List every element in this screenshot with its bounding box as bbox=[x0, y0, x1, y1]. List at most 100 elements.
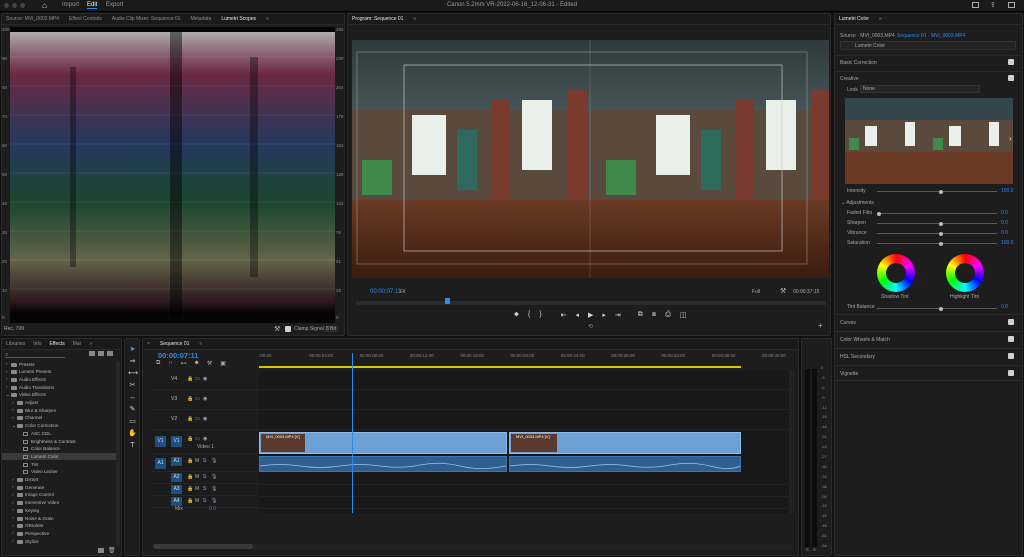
eye-icon[interactable]: ◉ bbox=[203, 376, 207, 382]
section-checkbox[interactable] bbox=[1008, 353, 1014, 359]
effects-tree-item[interactable]: › Noise & Grain bbox=[2, 515, 116, 522]
chevron-icon[interactable]: › bbox=[12, 500, 14, 505]
source-patch-a1[interactable]: A1 bbox=[155, 458, 166, 469]
effects-tree-item[interactable]: › Image Control bbox=[2, 492, 116, 499]
timeline-horizontal-scrollbar[interactable] bbox=[153, 544, 793, 549]
nest-icon[interactable]: ⧉ bbox=[156, 360, 160, 367]
vr-rotate-icon[interactable]: ⟲ bbox=[588, 323, 593, 330]
mark-out-icon[interactable]: } bbox=[539, 311, 541, 319]
lock-icon[interactable]: 🔒 bbox=[187, 486, 193, 492]
source-patch-v1[interactable]: V1 bbox=[155, 436, 166, 447]
effects-tree-item[interactable]: › Channel bbox=[2, 415, 116, 422]
play-icon[interactable]: ▶ bbox=[588, 311, 593, 319]
video-clip-1[interactable]: MVI_0003.MP4 [V] bbox=[259, 432, 507, 454]
razor-tool-icon[interactable]: ✂ bbox=[128, 381, 137, 390]
faded-film-slider[interactable] bbox=[877, 211, 997, 216]
solo-right-button[interactable]: S bbox=[813, 547, 816, 552]
zoom-fit-select[interactable]: Fit bbox=[400, 289, 406, 295]
program-timecode[interactable]: 00:00:07:11 bbox=[370, 289, 401, 295]
video-clip-2[interactable]: MVI_0003.MP4 [V] bbox=[509, 432, 741, 454]
chevron-icon[interactable]: › bbox=[12, 400, 14, 405]
fullscreen-icon[interactable] bbox=[1008, 2, 1015, 8]
effects-tree-item[interactable]: Tint bbox=[2, 461, 116, 468]
bit-depth-select[interactable]: 8 Bit bbox=[324, 326, 339, 332]
effects-search-input[interactable]: ⌕ bbox=[5, 352, 65, 358]
workspaces-icon[interactable] bbox=[972, 2, 979, 8]
track-target-v4[interactable]: V4 bbox=[171, 376, 177, 382]
sync-lock-icon[interactable]: ▭ bbox=[195, 436, 200, 442]
look-select[interactable]: None bbox=[860, 85, 980, 93]
chevron-icon[interactable]: › bbox=[6, 384, 8, 389]
track-header-v1[interactable]: V1 V1 🔒 ▭ ◉ Video 1 bbox=[151, 431, 257, 454]
clamp-signal-checkbox[interactable] bbox=[285, 326, 291, 332]
step-back-icon[interactable]: ◂ bbox=[575, 311, 579, 319]
lumetri-source[interactable]: Source · MVI_0003.MP4 bbox=[840, 33, 895, 39]
track-target-v1[interactable]: V1 bbox=[171, 436, 182, 447]
comparison-view-icon[interactable]: ◫ bbox=[680, 311, 687, 319]
chevron-icon[interactable]: › bbox=[12, 477, 14, 482]
panel-menu-icon[interactable]: ≡ bbox=[199, 341, 202, 347]
chevron-icon[interactable]: › bbox=[12, 415, 14, 420]
mix-track-header[interactable]: Mix 0.0 bbox=[151, 506, 257, 514]
playhead-marker[interactable] bbox=[445, 298, 450, 304]
intensity-knob[interactable] bbox=[939, 189, 943, 194]
effects-tree-item[interactable]: ASC CDL bbox=[2, 430, 116, 437]
effects-tree-item[interactable]: Lumetri Color bbox=[2, 453, 116, 461]
go-to-out-icon[interactable]: ⇥ bbox=[615, 311, 621, 319]
track-target-a3[interactable]: A3 bbox=[171, 485, 182, 494]
chevron-icon[interactable]: ⌄ bbox=[6, 392, 10, 398]
panel-menu-icon[interactable]: ≡ bbox=[413, 16, 416, 22]
effects-tree-item[interactable]: › Stylize bbox=[2, 538, 116, 545]
close-tab-icon[interactable]: × bbox=[147, 341, 150, 347]
chevron-icon[interactable]: › bbox=[12, 507, 14, 512]
32-bit-effects-icon[interactable] bbox=[98, 351, 104, 356]
track-header-v2[interactable]: V2 🔒 ▭ ◉ bbox=[151, 411, 257, 430]
work-area-bar[interactable] bbox=[259, 366, 741, 368]
wrench-icon[interactable]: ⚒ bbox=[780, 287, 786, 295]
effects-tree-item[interactable]: › Keying bbox=[2, 507, 116, 514]
captions-icon[interactable]: ▣ bbox=[220, 360, 226, 367]
chevron-icon[interactable]: › bbox=[12, 530, 14, 535]
section-color-wheels[interactable]: Color Wheels & Match bbox=[835, 331, 1022, 347]
slider-knob[interactable] bbox=[939, 306, 943, 311]
section-vignette[interactable]: Vignette bbox=[835, 365, 1022, 381]
chevron-icon[interactable]: › bbox=[12, 492, 14, 497]
ripple-edit-icon[interactable]: ⟷ bbox=[128, 369, 138, 378]
tab-effects[interactable]: Effects bbox=[50, 341, 65, 347]
tab-libraries[interactable]: Libraries bbox=[6, 341, 25, 347]
linked-selection-icon[interactable]: ⊷ bbox=[181, 360, 187, 367]
track-target-a1[interactable]: A1 bbox=[171, 457, 182, 466]
accelerated-effects-icon[interactable] bbox=[89, 351, 95, 356]
audio-clip-2[interactable] bbox=[509, 456, 741, 472]
more-panels-icon[interactable]: » bbox=[89, 341, 92, 347]
tint-balance-value[interactable]: 0.0 bbox=[1001, 304, 1008, 310]
slider-value[interactable]: 100.0 bbox=[1001, 240, 1014, 246]
lock-icon[interactable]: 🔒 bbox=[187, 416, 193, 422]
chevron-icon[interactable]: ⌄ bbox=[12, 423, 16, 429]
sharpen-slider[interactable] bbox=[877, 221, 997, 226]
effects-tree-item[interactable]: › Immersive Video bbox=[2, 500, 116, 507]
chevron-icon[interactable]: › bbox=[12, 407, 14, 412]
section-curves[interactable]: Curves bbox=[835, 314, 1022, 330]
mark-in-icon[interactable]: { bbox=[528, 311, 530, 319]
playhead-line[interactable] bbox=[352, 353, 353, 513]
lock-icon[interactable]: 🔒 bbox=[187, 474, 193, 480]
program-scrub-bar[interactable] bbox=[356, 301, 826, 305]
button-editor-icon[interactable]: + bbox=[818, 321, 823, 330]
slider-value[interactable]: 0.0 bbox=[1001, 230, 1008, 236]
eye-icon[interactable]: ◉ bbox=[203, 416, 207, 422]
rectangle-tool-icon[interactable]: ▭ bbox=[128, 417, 137, 426]
solo-left-button[interactable]: S bbox=[806, 547, 809, 552]
effects-tree-item[interactable]: ⌄ Video Effects bbox=[2, 392, 116, 399]
panel-menu-icon[interactable]: ≡ bbox=[266, 16, 269, 22]
effects-tree-item[interactable]: › Generate bbox=[2, 484, 116, 491]
timeline-ruler[interactable]: :00:00 00:00:04:00 00:00:08:00 00:00:12:00 0… bbox=[259, 353, 798, 365]
intensity-slider[interactable] bbox=[877, 189, 997, 194]
track-header-v3[interactable]: V3 🔒 ▭ ◉ bbox=[151, 391, 257, 410]
look-preview[interactable] bbox=[845, 98, 1013, 184]
tab-markers[interactable]: Mar bbox=[73, 341, 82, 347]
mute-button[interactable]: M bbox=[195, 458, 199, 464]
effects-tree-item[interactable]: › Audio Transitions bbox=[2, 384, 116, 391]
intensity-value[interactable]: 100.0 bbox=[1001, 188, 1014, 194]
chevron-icon[interactable]: › bbox=[12, 523, 14, 528]
